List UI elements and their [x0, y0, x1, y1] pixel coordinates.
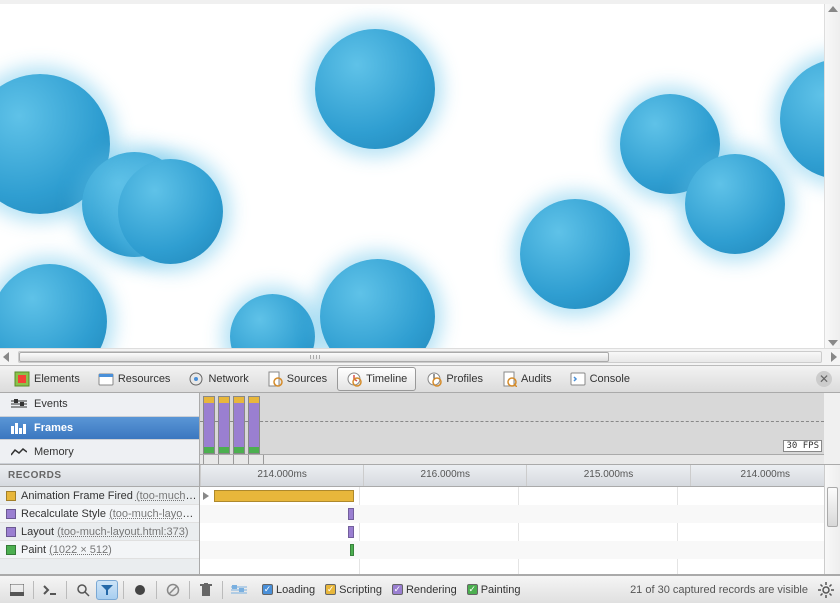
tab-label: Network — [208, 373, 248, 385]
frames-overview[interactable]: 30 FPS — [200, 393, 840, 464]
tab-timeline[interactable]: Timeline — [337, 367, 416, 391]
tab-label: Sources — [287, 373, 327, 385]
mode-frames[interactable]: Frames — [0, 417, 199, 441]
circle — [0, 264, 107, 348]
records-vscroll[interactable] — [824, 465, 840, 574]
record-detail: (too-much-layout.html:373) — [57, 526, 188, 538]
devtools-tabstrip: Elements Resources Network Sources Timel… — [0, 365, 840, 393]
circle — [315, 29, 435, 149]
status-text: 21 of 30 captured records are visible — [630, 584, 808, 596]
record-label: Recalculate Style — [21, 508, 106, 520]
fps-label: 30 FPS — [783, 440, 822, 452]
record-row[interactable]: Layout (too-much-layout.html:373) — [0, 523, 199, 541]
console-icon — [570, 371, 586, 387]
tab-console[interactable]: Console — [562, 368, 638, 390]
frames-icon — [10, 422, 28, 434]
legend-painting[interactable]: ✓Painting — [467, 584, 521, 596]
tab-label: Elements — [34, 373, 80, 385]
viewport-vscroll[interactable] — [824, 4, 840, 348]
circle — [520, 199, 630, 309]
dock-button[interactable] — [6, 580, 28, 600]
timeline-bar[interactable] — [214, 490, 354, 502]
circle — [685, 154, 785, 254]
record-label: Layout — [21, 526, 54, 538]
tab-label: Timeline — [366, 373, 407, 385]
record-row[interactable]: Paint (1022 × 512) — [0, 541, 199, 559]
tab-label: Resources — [118, 373, 171, 385]
tab-label: Profiles — [446, 373, 483, 385]
profiles-icon — [426, 371, 442, 387]
col-label: 214.000ms — [691, 469, 840, 480]
circle — [320, 259, 435, 348]
tab-network[interactable]: Network — [180, 368, 256, 390]
timeline-mode-panel: Events Frames Memory — [0, 393, 200, 464]
timeline-bar[interactable] — [350, 544, 354, 556]
clear-button[interactable] — [162, 580, 184, 600]
tab-label: Console — [590, 373, 630, 385]
color-swatch — [6, 509, 16, 519]
page-viewport — [0, 0, 840, 348]
glue-button[interactable] — [228, 580, 250, 600]
settings-button[interactable] — [818, 582, 834, 598]
mode-events[interactable]: Events — [0, 393, 199, 417]
legend-loading[interactable]: ✓Loading — [262, 584, 315, 596]
tab-audits[interactable]: Audits — [493, 368, 560, 390]
record-button[interactable] — [129, 580, 151, 600]
legend-scripting[interactable]: ✓Scripting — [325, 584, 382, 596]
elements-icon — [14, 371, 30, 387]
bottom-toolbar: ✓Loading ✓Scripting ✓Rendering ✓Painting… — [0, 575, 840, 603]
timeline-bar[interactable] — [348, 508, 354, 520]
timeline-bar[interactable] — [348, 526, 354, 538]
viewport-hscroll[interactable] — [0, 348, 840, 365]
record-label: Paint — [21, 544, 46, 556]
records-grid[interactable]: 214.000ms 216.000ms 215.000ms 214.000ms — [200, 465, 840, 574]
search-button[interactable] — [72, 580, 94, 600]
tab-resources[interactable]: Resources — [90, 368, 179, 390]
record-row[interactable]: Recalculate Style (too-much-layou… — [0, 505, 199, 523]
resources-icon — [98, 371, 114, 387]
tab-sources[interactable]: Sources — [259, 368, 335, 390]
circle — [230, 294, 315, 348]
record-row[interactable]: Animation Frame Fired (too-much-… — [0, 487, 199, 505]
color-swatch — [6, 545, 16, 555]
circle — [118, 159, 223, 264]
records-grid-header: 214.000ms 216.000ms 215.000ms 214.000ms — [200, 465, 840, 487]
console-toggle-button[interactable] — [39, 580, 61, 600]
col-label: 214.000ms — [201, 469, 363, 480]
tab-elements[interactable]: Elements — [6, 368, 88, 390]
tab-label: Audits — [521, 373, 552, 385]
records-sidebar: RECORDS Animation Frame Fired (too-much-… — [0, 465, 200, 574]
mode-label: Frames — [34, 422, 73, 434]
color-swatch — [6, 491, 16, 501]
records-header: RECORDS — [0, 465, 199, 487]
record-detail: (1022 × 512) — [49, 544, 112, 556]
record-label: Animation Frame Fired — [21, 490, 133, 502]
close-devtools-button[interactable]: ✕ — [816, 371, 832, 387]
network-icon — [188, 371, 204, 387]
record-detail: (too-much-… — [136, 490, 199, 502]
tab-profiles[interactable]: Profiles — [418, 368, 491, 390]
sources-icon — [267, 371, 283, 387]
color-swatch — [6, 527, 16, 537]
legend-rendering[interactable]: ✓Rendering — [392, 584, 457, 596]
mode-label: Memory — [34, 446, 74, 458]
audits-icon — [501, 371, 517, 387]
mode-label: Events — [34, 398, 68, 410]
garbage-collect-button[interactable] — [195, 580, 217, 600]
filter-button[interactable] — [96, 580, 118, 600]
timeline-icon — [346, 371, 362, 387]
record-detail: (too-much-layou… — [109, 508, 199, 520]
memory-icon — [10, 447, 28, 457]
col-label: 216.000ms — [364, 469, 526, 480]
disclosure-triangle[interactable] — [203, 492, 209, 500]
events-icon — [10, 399, 28, 409]
col-label: 215.000ms — [527, 469, 689, 480]
mode-memory[interactable]: Memory — [0, 440, 199, 464]
